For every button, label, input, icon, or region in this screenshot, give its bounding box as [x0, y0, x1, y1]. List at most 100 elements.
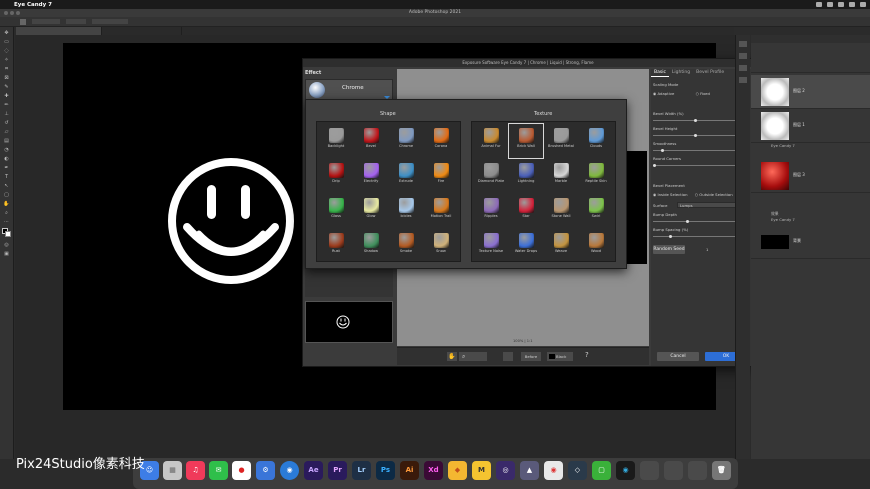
app-icon[interactable]: ◉ [280, 461, 299, 480]
shape-preset[interactable]: Motion Trail [424, 194, 458, 228]
help-icon[interactable]: ? [585, 351, 595, 361]
before-button[interactable]: Before [521, 352, 541, 361]
tab-document-active[interactable] [16, 27, 102, 35]
random-seed-button[interactable]: Random Seed [653, 245, 685, 254]
navigator-thumbnail[interactable] [305, 301, 393, 343]
xd-icon[interactable]: Xd [424, 461, 443, 480]
screen-mode-icon[interactable]: ▣ [2, 250, 12, 257]
more-tools-icon[interactable]: ⋯ [2, 218, 12, 225]
shape-preset[interactable]: Shadow [354, 229, 388, 263]
background-color-select[interactable]: Black [547, 352, 573, 361]
texture-preset[interactable]: Swirl [579, 194, 613, 228]
param-slider[interactable] [653, 119, 738, 122]
radio-adaptive[interactable]: ◉ Adaptive [653, 91, 674, 96]
param-slider[interactable] [653, 164, 738, 167]
illustrator-icon[interactable]: Ai [400, 461, 419, 480]
layer-row[interactable]: 图层 3 [751, 159, 870, 193]
magic-wand-icon[interactable]: ✧ [2, 56, 12, 63]
tool-option[interactable] [32, 19, 60, 24]
shape-preset[interactable]: Chrome [389, 124, 423, 158]
music-icon[interactable]: ♫ [186, 461, 205, 480]
texture-preset[interactable]: Reptile Skin [579, 159, 613, 193]
shape-preset[interactable]: Backlight [319, 124, 353, 158]
texture-preset[interactable]: Ripples [474, 194, 508, 228]
layer-name[interactable]: 图层 1 [793, 122, 805, 128]
status-icon[interactable] [827, 2, 833, 7]
texture-preset[interactable]: Stone Wall [544, 194, 578, 228]
shape-preset[interactable]: Smoke [389, 229, 423, 263]
battery-icon[interactable] [849, 2, 855, 7]
chrome-icon[interactable]: ◉ [544, 461, 563, 480]
move-tool-icon[interactable]: ✥ [2, 29, 12, 36]
minimized-window-icon[interactable] [640, 461, 659, 480]
shape-preset[interactable]: Glass [319, 194, 353, 228]
app-icon[interactable]: ▲ [520, 461, 539, 480]
radio-fixed[interactable]: ○ Fixed [696, 91, 710, 96]
slider-knob[interactable] [653, 164, 656, 167]
layer-row[interactable]: 背景 [751, 225, 870, 259]
effect-selector[interactable]: Chrome [305, 79, 393, 101]
layer-row[interactable]: 图层 2 [751, 75, 870, 109]
shape-preset[interactable]: Drip [319, 159, 353, 193]
status-icon[interactable] [816, 2, 822, 7]
lightroom-icon[interactable]: Lr [352, 461, 371, 480]
traffic-lights[interactable] [4, 11, 20, 15]
shape-preset[interactable]: Icicles [389, 194, 423, 228]
frame-tool-icon[interactable]: ⊠ [2, 74, 12, 81]
history-brush-icon[interactable]: ↺ [2, 119, 12, 126]
panel-icon[interactable] [739, 53, 747, 59]
app-icon[interactable]: ◎ [496, 461, 515, 480]
slider-knob[interactable] [661, 149, 665, 152]
param-slider[interactable] [653, 149, 738, 152]
layer-name[interactable]: 图层 2 [793, 88, 805, 94]
param-slider[interactable] [653, 220, 738, 223]
wechat-icon[interactable]: ✉ [209, 461, 228, 480]
radio-inside-selection[interactable]: ◉ Inside Selection [653, 192, 688, 197]
slider-knob[interactable] [685, 220, 689, 223]
crop-tool-icon[interactable]: ⌗ [2, 65, 12, 72]
tool-option[interactable] [66, 19, 86, 24]
eyedropper-icon[interactable]: ✎ [2, 83, 12, 90]
panel-icon[interactable] [739, 77, 747, 83]
texture-preset[interactable]: Brushed Metal [544, 124, 578, 158]
layer-name[interactable]: 背景 [793, 238, 801, 244]
lasso-tool-icon[interactable]: ◌ [2, 47, 12, 54]
shape-preset[interactable]: Glow [354, 194, 388, 228]
param-slider[interactable] [653, 235, 738, 238]
texture-preset[interactable]: Water Drops [509, 229, 543, 263]
surface-select[interactable]: Lumps [677, 202, 743, 208]
hand-tool-icon[interactable]: ✋ [2, 200, 12, 207]
minimized-window-icon[interactable] [664, 461, 683, 480]
app-icon[interactable]: M [472, 461, 491, 480]
shape-tool-icon[interactable]: ▢ [2, 191, 12, 198]
shape-preset[interactable]: Extrude [389, 159, 423, 193]
texture-preset[interactable]: Brick Wall [508, 123, 544, 159]
quick-mask-icon[interactable]: ◎ [2, 241, 12, 248]
texture-preset[interactable]: Clouds [579, 124, 613, 158]
texture-preset[interactable]: Weave [544, 229, 578, 263]
blur-tool-icon[interactable]: ◔ [2, 146, 12, 153]
radio-outside-selection[interactable]: ○ Outside Selection [695, 192, 733, 197]
minimized-window-icon[interactable] [688, 461, 707, 480]
cancel-button[interactable]: Cancel [657, 352, 699, 361]
tab-basic[interactable]: Basic [651, 69, 669, 77]
param-slider[interactable] [653, 134, 738, 137]
texture-preset[interactable]: Wood [579, 229, 613, 263]
random-seed-value[interactable]: 1 [706, 247, 726, 252]
shape-preset[interactable]: Rust [319, 229, 353, 263]
app-icon[interactable]: ◉ [616, 461, 635, 480]
layer-effect[interactable]: Eye Candy 7 [771, 143, 795, 148]
gradient-tool-icon[interactable]: ▤ [2, 137, 12, 144]
shape-preset[interactable]: Fire [424, 159, 458, 193]
after-effects-icon[interactable]: Ae [304, 461, 323, 480]
layer-effect[interactable]: Eye Candy 7 [771, 217, 795, 222]
panel-icon[interactable] [739, 65, 747, 71]
app-icon[interactable]: ● [232, 461, 251, 480]
wifi-icon[interactable] [838, 2, 844, 7]
photoshop-icon[interactable]: Ps [376, 461, 395, 480]
slider-knob[interactable] [669, 235, 673, 238]
layer-row[interactable]: 图层 1 [751, 109, 870, 143]
marquee-tool-icon[interactable]: ▭ [2, 38, 12, 45]
zoom-tool-icon[interactable]: ⌕ [2, 209, 12, 216]
slider-knob[interactable] [694, 134, 697, 137]
